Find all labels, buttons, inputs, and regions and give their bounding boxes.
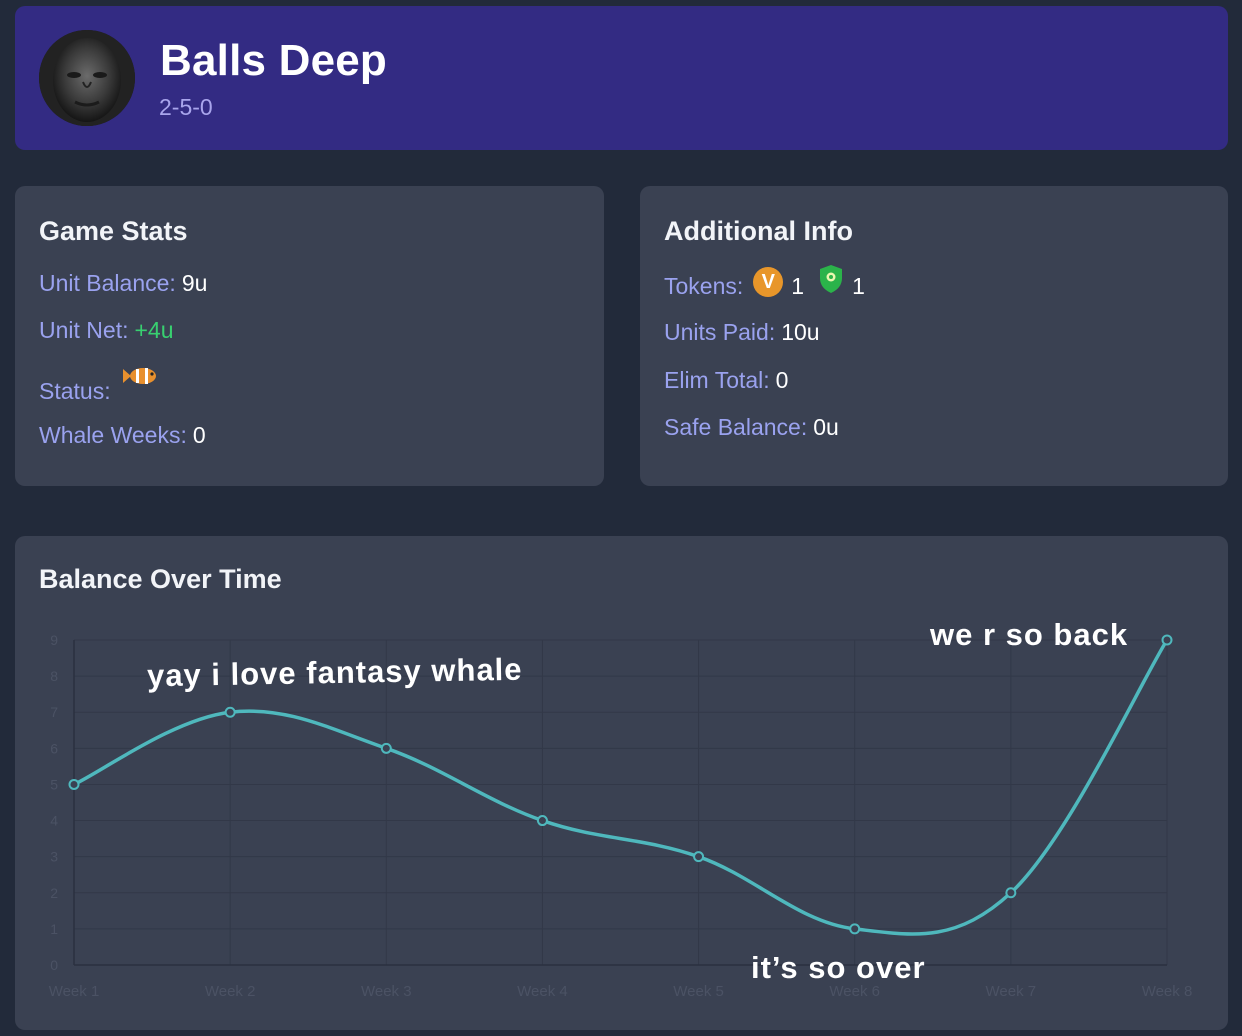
v-token-count: 1 [791,272,805,299]
data-point [849,923,861,935]
balance-line-chart: 0 1 2 3 4 5 6 7 8 9 Week 1 Week 2 Week 3 Week 4 Week 5… [49,632,1193,1000]
status-label: Status: [39,378,111,404]
annotation-peak: yay i love fantasy whale [146,651,523,694]
y-tick-label: 9 [50,632,58,648]
avatar [39,30,135,126]
y-tick-label: 3 [50,849,58,865]
game-stats-title: Game Stats [39,216,188,246]
team-name: Balls Deep [160,36,387,85]
elim-total-value: 0 [775,367,789,393]
status-row: Status: [39,366,159,405]
data-point [1161,634,1173,646]
whale-weeks-value: 0 [192,422,206,448]
clownfish-icon [121,365,159,393]
safe-balance-label: Safe Balance: [664,414,808,440]
units-paid-value: 10u [781,319,820,345]
team-header: Balls Deep 2-5-0 [15,6,1228,150]
annotation-low: it’s so over [751,950,926,985]
y-tick-label: 7 [50,704,58,720]
x-tick-label: Week 1 [49,983,100,1000]
x-tick-label: Week 3 [361,983,412,1000]
whale-weeks-row: Whale Weeks: 0 [39,422,206,449]
game-stats-card: Game Stats Unit Balance: 9u Unit Net: +4… [15,186,604,486]
y-tick-label: 1 [50,921,58,937]
unit-balance-value: 9u [181,270,208,296]
y-tick-label: 4 [50,813,58,829]
elim-total-label: Elim Total: [664,367,770,393]
team-record: 2-5-0 [159,94,213,120]
x-tick-label: Week 4 [517,983,568,1000]
shield-token-count: 1 [852,272,865,299]
tokens-label: Tokens: [664,272,744,299]
data-point [536,815,548,827]
data-point [1005,887,1017,899]
y-tick-label: 6 [50,740,58,756]
units-paid-row: Units Paid: 10u [664,319,820,346]
v-token-icon: V [753,267,784,297]
unit-net-value: +4u [134,317,174,343]
x-tick-label: Week 7 [986,983,1037,1000]
y-tick-label: 5 [50,776,58,792]
x-tick-label: Week 8 [1142,983,1193,1000]
balance-chart-card: Balance Over Time 0 1 2 3 4 5 6 7 8 9 Week 1 Week 2… [15,536,1228,1030]
tokens-row: Tokens: V 1 1 [664,264,879,300]
units-paid-label: Units Paid: [664,319,776,345]
shield-icon [818,264,844,300]
safe-balance-value: 0u [813,414,839,440]
additional-info-card: Additional Info Tokens: V 1 1 Units Paid… [640,186,1228,486]
x-tick-label: Week 5 [673,983,724,1000]
unit-net-label: Unit Net: [39,317,129,343]
y-tick-label: 2 [50,885,58,901]
unit-balance-row: Unit Balance: 9u [39,270,207,297]
unit-net-row: Unit Net: +4u [39,317,174,344]
elim-total-row: Elim Total: 0 [664,367,788,394]
unit-balance-label: Unit Balance: [39,270,176,296]
data-point [380,742,392,754]
whale-weeks-label: Whale Weeks: [39,422,187,448]
additional-info-title: Additional Info [664,216,853,246]
safe-balance-row: Safe Balance: 0u [664,414,839,441]
data-point [224,706,236,718]
data-point [68,778,80,790]
x-tick-label: Week 2 [205,983,256,1000]
y-tick-label: 0 [50,957,58,973]
data-point [693,851,705,863]
annotation-end: we r so back [930,617,1129,652]
y-tick-label: 8 [50,668,58,684]
